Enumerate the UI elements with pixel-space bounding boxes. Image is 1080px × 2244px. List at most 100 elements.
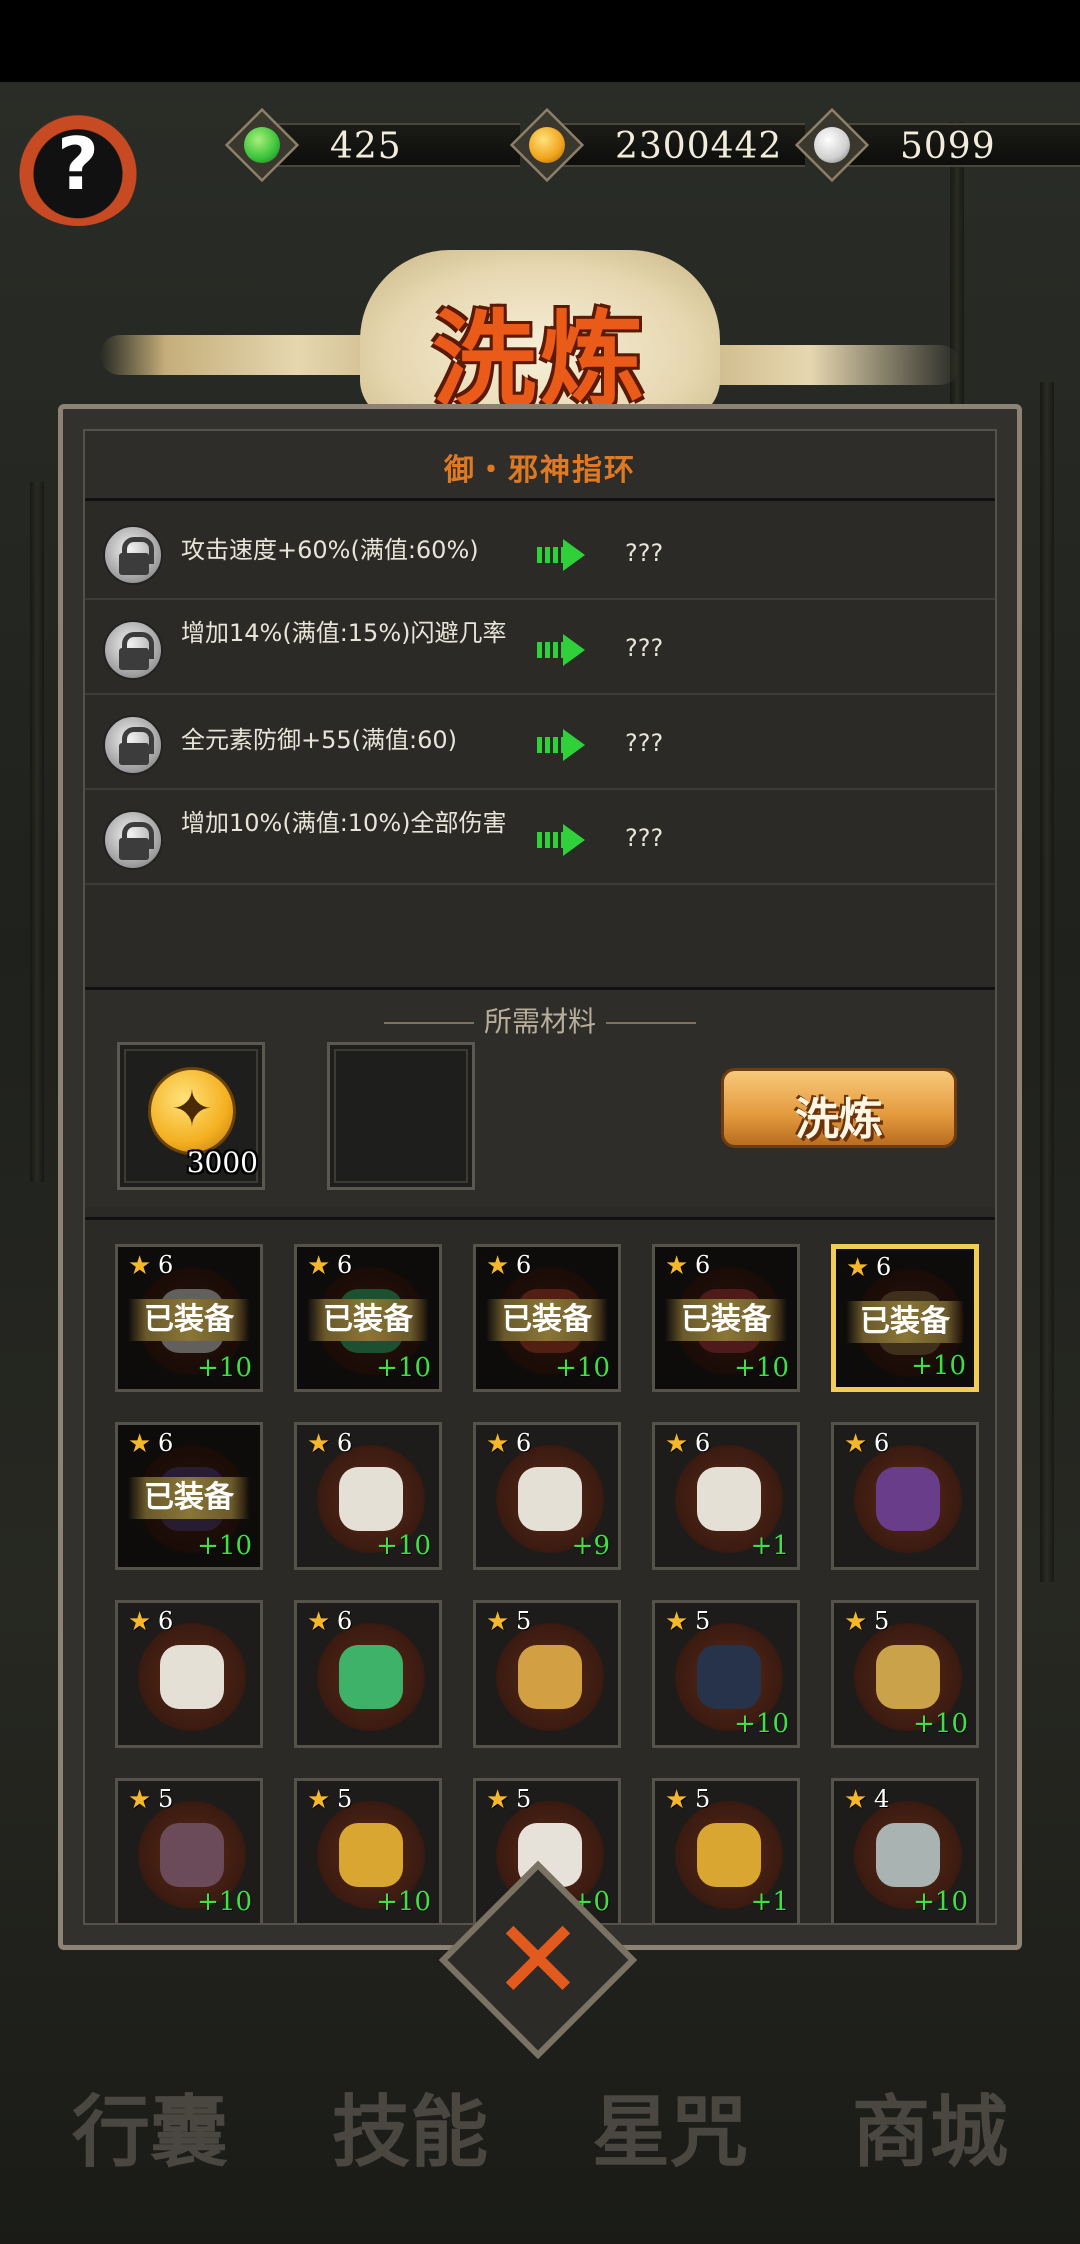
attribute-new: ???: [625, 539, 664, 567]
refine-button[interactable]: 洗炼: [721, 1068, 957, 1148]
inventory-slot[interactable]: ★ 6 +10 已装备: [115, 1422, 263, 1570]
item-name-bar: 御・邪神指环: [85, 431, 995, 501]
green-drop-icon: [244, 127, 280, 163]
equipped-tag: 已装备: [307, 1299, 429, 1341]
enhance-level: +10: [913, 1709, 968, 1739]
inventory-slot[interactable]: ★ 6 +1: [652, 1422, 800, 1570]
nav-item-shop[interactable]: 商城: [820, 2070, 1040, 2182]
equipped-tag: 已装备: [846, 1301, 964, 1343]
star-icon: ★: [307, 1785, 331, 1815]
star-icon: ★: [486, 1607, 510, 1637]
attribute-current: 增加10%(满值:10%)全部伤害: [181, 809, 507, 837]
enhance-level: +10: [197, 1887, 252, 1917]
silver-swirl-icon: [814, 127, 850, 163]
skull-mask-icon: [138, 1623, 246, 1731]
enhance-level: +10: [913, 1887, 968, 1917]
star-icon: ★: [846, 1253, 870, 1283]
lock-icon[interactable]: [103, 715, 163, 775]
resource-silver-value: 5099: [900, 126, 996, 167]
enhance-level: +10: [376, 1353, 431, 1383]
resource-jade-value: 425: [330, 126, 402, 167]
resource-gold: 2300442: [509, 107, 805, 183]
inventory-slot[interactable]: ★ 6: [831, 1422, 979, 1570]
star-count: 5: [516, 1785, 532, 1813]
arrow-right-icon: [537, 539, 587, 571]
material-count: 3000: [186, 1146, 258, 1179]
inventory-slot[interactable]: ★ 6: [294, 1600, 442, 1748]
inventory-slot[interactable]: ★ 6 +10: [294, 1422, 442, 1570]
inventory-slot[interactable]: ★ 5 +1: [652, 1778, 800, 1925]
star-icon: ★: [128, 1251, 152, 1281]
star-icon: ★: [128, 1785, 152, 1815]
enhance-level: +9: [571, 1531, 610, 1561]
inventory-slot[interactable]: ★ 6 +10 已装备: [115, 1244, 263, 1392]
star-count: 6: [158, 1607, 174, 1635]
star-count: 6: [874, 1429, 890, 1457]
help-button[interactable]: ?: [14, 110, 142, 226]
question-mark-icon: ?: [57, 122, 99, 206]
resource-silver: 5099: [794, 107, 1080, 183]
lock-icon[interactable]: [103, 620, 163, 680]
inventory-slot[interactable]: ★ 6: [115, 1600, 263, 1748]
jade-pendant-icon: [317, 1623, 425, 1731]
inventory-slot[interactable]: ★ 5: [473, 1600, 621, 1748]
lock-icon[interactable]: [103, 525, 163, 585]
inventory-slot[interactable]: ★ 5 +10: [294, 1778, 442, 1925]
star-count: 6: [158, 1429, 174, 1457]
nav-item-skills[interactable]: 技能: [300, 2070, 520, 2182]
attribute-row: 全元素防御+55(满值:60) ???: [85, 695, 995, 790]
equipped-tag: 已装备: [128, 1299, 250, 1341]
star-icon: ★: [128, 1429, 152, 1459]
attribute-new: ???: [625, 729, 664, 757]
star-icon: ★: [844, 1607, 868, 1637]
inventory-slot[interactable]: ★ 4 +10: [831, 1778, 979, 1925]
enhance-level: +10: [734, 1709, 789, 1739]
resource-jade: 425: [224, 107, 520, 183]
equipped-tag: 已装备: [486, 1299, 608, 1341]
equipped-tag: 已装备: [665, 1299, 787, 1341]
arrow-right-icon: [537, 729, 587, 761]
star-count: 6: [337, 1251, 353, 1279]
star-icon: ★: [486, 1785, 510, 1815]
enhance-level: +10: [911, 1351, 966, 1381]
star-icon: ★: [307, 1607, 331, 1637]
star-icon: ★: [844, 1785, 868, 1815]
material-slot-gold[interactable]: 3000: [117, 1042, 265, 1190]
gold-coin-icon: [148, 1067, 236, 1155]
inventory-slot[interactable]: ★ 5 +10: [831, 1600, 979, 1748]
inventory-grid: ★ 6 +10 已装备 ★ 6 +10 已装备 ★ 6 +10 已装备 ★ 6 +10 已装备 ★ 6 +10 已装备…: [85, 1217, 995, 1925]
attribute-current: 全元素防御+55(满值:60): [181, 726, 457, 754]
status-bar: [0, 0, 1080, 82]
material-slot-empty[interactable]: [327, 1042, 475, 1190]
inventory-slot[interactable]: ★ 5 +10: [652, 1600, 800, 1748]
star-count: 6: [516, 1429, 532, 1457]
star-icon: ★: [665, 1607, 689, 1637]
star-icon: ★: [665, 1785, 689, 1815]
star-count: 5: [695, 1607, 711, 1635]
item-name: 御・邪神指环: [444, 453, 636, 488]
star-count: 6: [695, 1251, 711, 1279]
enhance-level: +1: [750, 1531, 789, 1561]
attribute-row: 增加14%(满值:15%)闪避几率 ???: [85, 600, 995, 695]
inventory-slot[interactable]: ★ 6 +10 已装备: [652, 1244, 800, 1392]
inventory-slot[interactable]: ★ 5 +10: [115, 1778, 263, 1925]
star-count: 5: [337, 1785, 353, 1813]
inventory-slot[interactable]: ★ 6 +9: [473, 1422, 621, 1570]
star-icon: ★: [486, 1429, 510, 1459]
star-icon: ★: [307, 1429, 331, 1459]
star-icon: ★: [665, 1429, 689, 1459]
close-icon[interactable]: ✕: [448, 1880, 628, 2040]
inventory-slot[interactable]: ★ 6 +10 已装备: [473, 1244, 621, 1392]
crown-icon: [854, 1445, 962, 1553]
material-header-label: 所需材料: [483, 1005, 596, 1038]
star-count: 6: [876, 1253, 892, 1281]
nav-item-bag[interactable]: 行囊: [40, 2070, 260, 2182]
material-header: 所需材料: [85, 1000, 995, 1040]
star-icon: ★: [665, 1251, 689, 1281]
gold-bracelet-icon: [496, 1623, 604, 1731]
lock-icon[interactable]: [103, 810, 163, 870]
inventory-slot[interactable]: ★ 6 +10 已装备: [294, 1244, 442, 1392]
star-count: 5: [516, 1607, 532, 1635]
nav-item-star[interactable]: 星咒: [560, 2070, 780, 2182]
inventory-slot[interactable]: ★ 6 +10 已装备: [831, 1244, 979, 1392]
